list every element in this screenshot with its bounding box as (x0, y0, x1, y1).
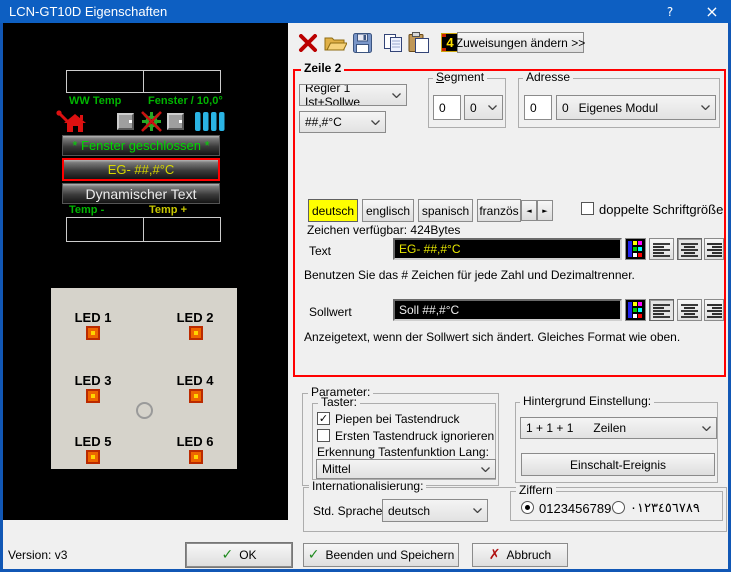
led-panel: LED 1 LED 2 LED 3 LED 4 LED 5 LED 6 (51, 288, 237, 469)
button-square-icon[interactable] (167, 113, 184, 130)
adresse-caption: Adresse (523, 71, 573, 84)
led-label: LED 2 (165, 310, 225, 325)
ok-button[interactable]: ✓ OK (186, 543, 292, 567)
sollwert-input[interactable]: Soll ##,#°C (393, 299, 622, 321)
function-combo[interactable]: Regler 1 Ist+Sollwe (299, 84, 407, 106)
hintergrund-caption: Hintergrund Einstellung: (520, 395, 654, 408)
open-folder-icon[interactable] (324, 33, 347, 56)
led-1-indicator[interactable] (86, 326, 100, 340)
window-title: LCN-GT10D Eigenschaften (9, 4, 167, 19)
save-icon[interactable] (353, 33, 372, 56)
chimney-house-icon[interactable] (55, 110, 87, 136)
text-label: Text (309, 245, 331, 258)
sollwert-label: Sollwert (309, 306, 352, 319)
text-hint: Benutzen Sie das # Zeichen für jede Zahl… (304, 269, 635, 282)
zeilen-combo[interactable]: 1 + 1 + 1 Zeilen (520, 417, 717, 439)
sollwert-align-left-button[interactable] (649, 299, 674, 321)
chars-available-label: Zeichen verfügbar: 424Bytes (307, 224, 460, 237)
close-button[interactable]: × (695, 0, 729, 23)
detect-long-combo[interactable]: Mittel (316, 459, 496, 479)
delete-icon[interactable] (298, 34, 318, 55)
dialog-window: LCN-GT10D Eigenschaften ? × WW Temp Fens… (0, 0, 731, 572)
preview-top-right-box[interactable] (143, 70, 221, 93)
beep-label: Piepen bei Tastendruck (335, 413, 460, 426)
detect-long-label: Erkennung Tastenfunktion Lang: (317, 446, 489, 459)
display-preview-panel: WW Temp Fenster / 10,0° (3, 23, 288, 520)
tab-scroll-left-button[interactable]: ◄ (521, 200, 537, 221)
double-size-checkbox[interactable] (581, 202, 594, 215)
cross-icon: ✗ (489, 547, 501, 563)
adresse-combo[interactable]: 0 Eigenes Modul (556, 95, 716, 120)
zeile2-caption: Zeile 2 (301, 62, 344, 75)
version-label: Version: v3 (8, 549, 67, 562)
led-5-indicator[interactable] (86, 450, 100, 464)
led-4-indicator[interactable] (189, 389, 203, 403)
preview-label-temp-minus: Temp - (69, 204, 104, 216)
taster-caption: Taster: (318, 396, 360, 409)
ziffern-western-radio[interactable] (521, 501, 534, 514)
preview-bar-fenster-geschlossen[interactable]: * Fenster geschlossen * (62, 135, 220, 156)
led-6-indicator[interactable] (189, 450, 203, 464)
adresse-id-field[interactable]: 0 (524, 95, 552, 120)
title-bar: LCN-GT10D Eigenschaften (0, 0, 731, 23)
preview-bottom-right-box[interactable] (143, 217, 221, 242)
beenden-und-speichern-button[interactable]: ✓ Beenden und Speichern (303, 543, 459, 567)
preview-bar-dynamischer-text[interactable]: Dynamischer Text (62, 183, 220, 204)
sollwert-align-center-button[interactable] (677, 299, 702, 321)
check-icon: ✓ (221, 547, 233, 563)
std-sprache-label: Std. Sprache (313, 505, 382, 518)
einschalt-ereignis-button[interactable]: Einschalt-Ereignis (521, 453, 715, 476)
radiator-icon[interactable] (194, 111, 225, 135)
led-3-indicator[interactable] (86, 389, 100, 403)
std-sprache-combo[interactable]: deutsch (382, 499, 488, 522)
tab-englisch[interactable]: englisch (362, 199, 414, 222)
ziffern-caption: Ziffern (516, 484, 556, 497)
segment-id-field[interactable]: 0 (433, 95, 461, 120)
tab-deutsch[interactable]: deutsch (308, 199, 358, 222)
preview-bottom-left-box[interactable] (66, 217, 144, 242)
preview-label-temp-plus: Temp + (149, 204, 187, 216)
led-label: LED 6 (165, 434, 225, 449)
ignore-first-press-label: Ersten Tastendruck ignorieren (335, 430, 494, 443)
zuweisungen-aendern-button[interactable]: Zuweisungen ändern >> (457, 32, 584, 53)
tab-spanisch[interactable]: spanisch (418, 199, 473, 222)
tab-franzoesisch[interactable]: französ (477, 199, 521, 222)
panel-screw-circle (136, 402, 153, 419)
preview-top-left-box[interactable] (66, 70, 144, 93)
text-color-palette-button[interactable] (625, 238, 646, 260)
abbruch-button[interactable]: ✗ Abbruch (472, 543, 568, 567)
led-label: LED 3 (63, 373, 123, 388)
format-combo[interactable]: ##,#°C (299, 111, 386, 133)
preview-label-ww-temp: WW Temp (69, 95, 121, 107)
led-label: LED 5 (63, 434, 123, 449)
ignore-first-press-checkbox[interactable] (317, 429, 330, 442)
led-2-indicator[interactable] (189, 326, 203, 340)
preview-bar-eg-selected[interactable]: EG- ##,#°C (62, 158, 220, 181)
led-label: LED 4 (165, 373, 225, 388)
segment-combo[interactable]: 0 (464, 95, 503, 120)
tab-scroll-right-button[interactable]: ► (537, 200, 553, 221)
preview-label-fenster: Fenster / 10,0° (148, 95, 223, 107)
text-align-center-button[interactable] (677, 238, 702, 260)
gear-disabled-icon[interactable] (140, 110, 163, 136)
copy-icon[interactable] (383, 33, 403, 56)
paste-icon[interactable] (408, 32, 430, 56)
text-input[interactable]: EG- ##,#°C (393, 238, 622, 260)
help-button[interactable]: ? (653, 0, 687, 23)
text-align-left-button[interactable] (649, 238, 674, 260)
led-label: LED 1 (63, 310, 123, 325)
segment-caption: Segment (433, 71, 487, 84)
ziffern-eastern-label: ٠١٢٣٤٥٦٧٨٩ (630, 502, 700, 515)
text-align-right-button[interactable] (704, 238, 724, 260)
button-square-icon[interactable] (117, 113, 134, 130)
sollwert-align-right-button[interactable] (704, 299, 724, 321)
check-icon: ✓ (308, 547, 320, 563)
beep-checkbox[interactable]: ✓ (317, 412, 330, 425)
sollwert-hint: Anzeigetext, wenn der Sollwert sich ände… (304, 331, 680, 344)
ziffern-eastern-radio[interactable] (612, 501, 625, 514)
ziffern-western-label: 0123456789 (539, 502, 611, 515)
sollwert-color-palette-button[interactable] (625, 299, 646, 321)
double-size-label: doppelte Schriftgröße (599, 203, 723, 216)
internationalisierung-caption: Internationalisierung: (309, 480, 426, 493)
